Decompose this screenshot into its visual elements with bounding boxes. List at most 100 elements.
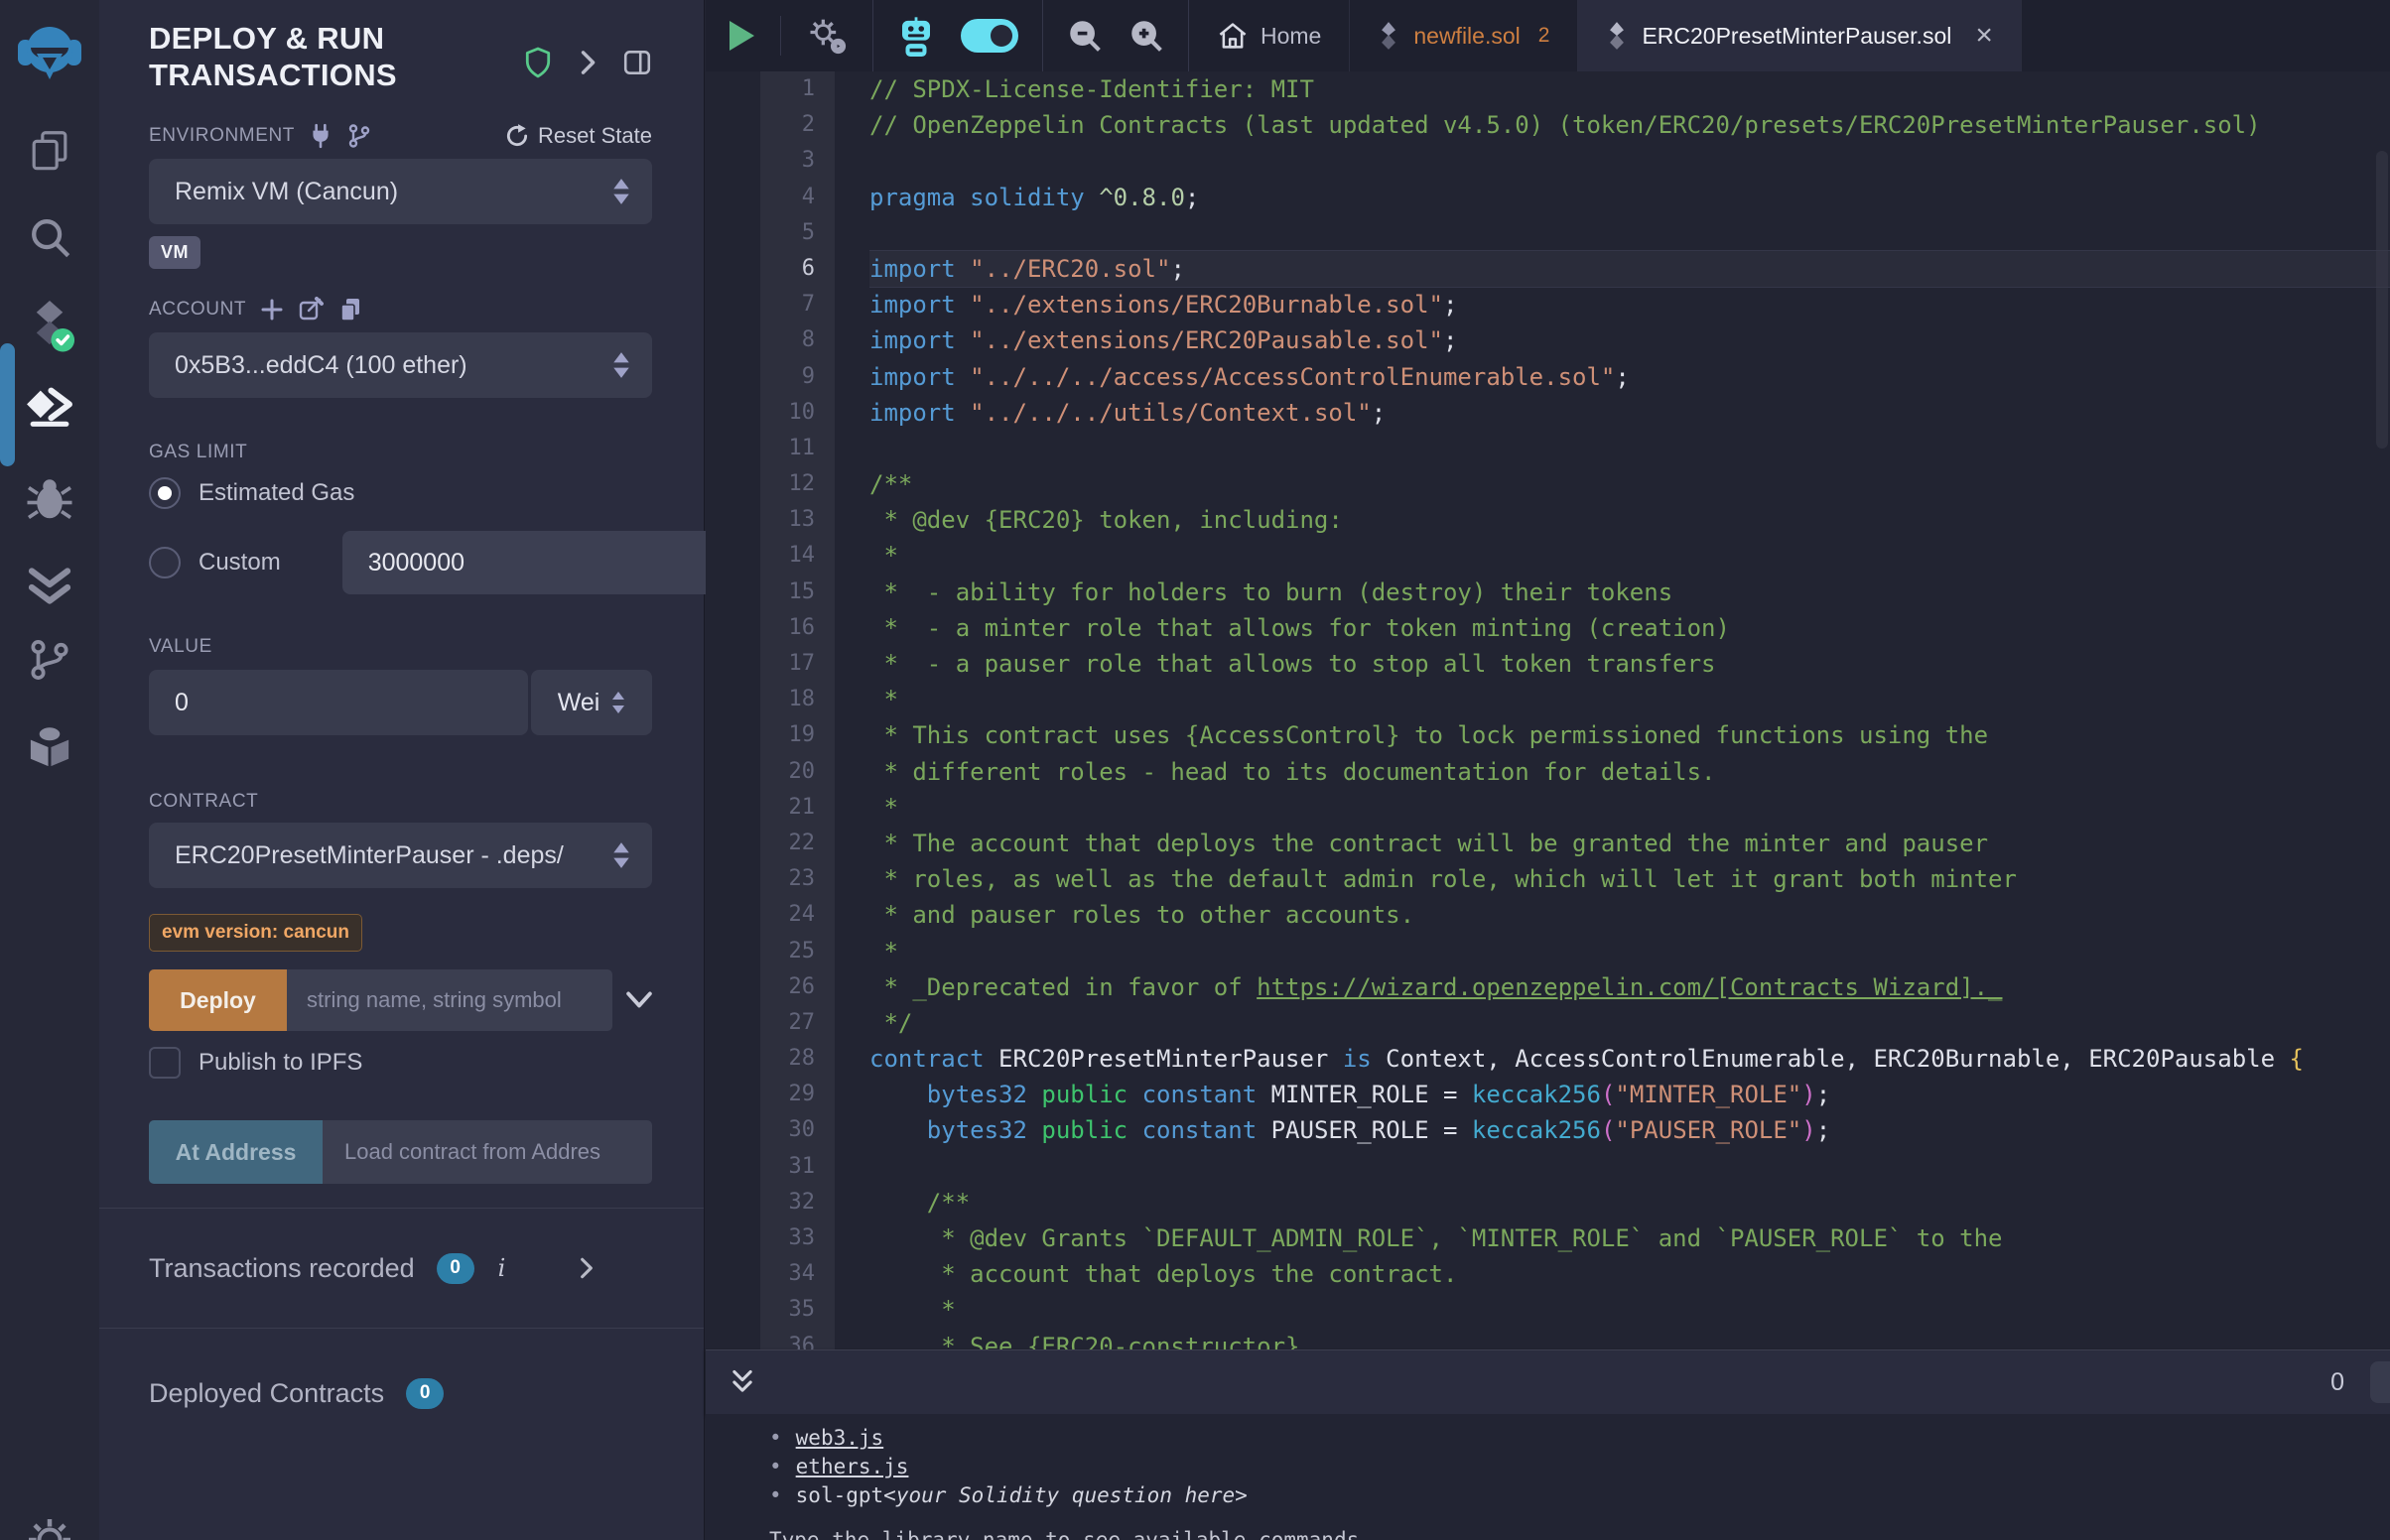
code-text[interactable]: * [869,934,2390,969]
info-icon[interactable]: i [498,1254,506,1282]
code-text[interactable]: // OpenZeppelin Contracts (last updated … [869,107,2390,143]
tab-newfile[interactable]: newfile.sol 2 [1350,0,1578,71]
line-number[interactable]: 32 [706,1185,815,1220]
tab-home[interactable]: Home [1189,0,1350,71]
line-number[interactable]: 31 [706,1149,815,1185]
code-line[interactable]: 33 * @dev Grants `DEFAULT_ADMIN_ROLE`, `… [706,1220,2390,1256]
code-editor[interactable]: 1// SPDX-License-Identifier: MIT2 // Open… [706,71,2390,1349]
code-text[interactable]: * account that deploys the contract. [869,1256,2390,1292]
zoom-in-icon[interactable] [1129,18,1164,54]
value-input[interactable] [149,670,528,735]
code-line[interactable]: 34 * account that deploys the contract. [706,1256,2390,1292]
code-text[interactable] [869,215,2390,251]
ethers-link[interactable]: ethers.js [796,1453,909,1481]
plugin-manager-icon[interactable] [0,722,99,772]
code-line[interactable]: 3 [706,143,2390,179]
code-line[interactable]: 16 * - a minter role that allows for tok… [706,610,2390,646]
code-text[interactable]: * different roles - head to its document… [869,754,2390,790]
expand-constructor-icon[interactable] [626,991,652,1009]
line-number[interactable]: 4 [706,180,815,215]
code-text[interactable]: * [869,538,2390,574]
at-address-input[interactable] [323,1120,652,1184]
code-line[interactable]: 18 * [706,682,2390,717]
publish-ipfs-checkbox[interactable] [149,1047,181,1079]
shield-icon[interactable] [523,46,553,79]
code-line[interactable]: 14 * [706,538,2390,574]
run-script-icon[interactable] [730,21,754,51]
line-number[interactable]: 18 [706,682,815,717]
remix-ai-icon[interactable] [897,15,935,57]
code-text[interactable]: contract ERC20PresetMinterPauser is Cont… [869,1041,2390,1077]
code-line[interactable]: 19 * This contract uses {AccessControl} … [706,717,2390,753]
editor-scrollbar[interactable] [2376,151,2388,449]
code-text[interactable]: * - a pauser role that allows to stop al… [869,646,2390,682]
code-text[interactable]: * [869,790,2390,826]
script-config-icon[interactable] [807,16,849,56]
line-number[interactable]: 28 [706,1041,815,1077]
code-line[interactable]: 31 [706,1149,2390,1185]
line-number[interactable]: 22 [706,826,815,861]
code-text[interactable]: import "../../../utils/Context.sol"; [869,395,2390,431]
code-text[interactable]: /** [869,1185,2390,1220]
code-text[interactable]: import "../extensions/ERC20Burnable.sol"… [869,287,2390,322]
code-line[interactable]: 36 * See {ERC20-constructor}. [706,1329,2390,1349]
code-line[interactable]: 25 * [706,934,2390,969]
code-text[interactable]: * This contract uses {AccessControl} to … [869,717,2390,753]
constructor-args-input[interactable] [287,969,612,1031]
code-line[interactable]: 29 bytes32 public constant MINTER_ROLE =… [706,1077,2390,1112]
line-number[interactable]: 16 [706,610,815,646]
code-text[interactable] [869,1149,2390,1185]
code-text[interactable]: pragma solidity ^0.8.0; [869,180,2390,215]
line-number[interactable]: 35 [706,1292,815,1328]
code-line[interactable]: 17 * - a pauser role that allows to stop… [706,646,2390,682]
line-number[interactable]: 36 [706,1329,815,1349]
code-line[interactable]: 15 * - ability for holders to burn (dest… [706,575,2390,610]
code-text[interactable]: * @dev {ERC20} token, including: [869,502,2390,538]
debugger-icon[interactable] [0,474,99,522]
terminal-output[interactable]: • web3.js • ethers.js • sol-gpt <your So… [706,1414,2390,1540]
code-text[interactable]: * - ability for holders to burn (destroy… [869,575,2390,610]
code-text[interactable]: import "../../../access/AccessControlEnu… [869,359,2390,395]
custom-gas-input[interactable] [342,531,714,594]
code-line[interactable]: 1// SPDX-License-Identifier: MIT [706,71,2390,107]
expand-transactions-icon[interactable] [579,1256,595,1280]
code-text[interactable]: /** [869,466,2390,502]
tab-erc20-preset[interactable]: ERC20PresetMinterPauser.sol × [1578,0,2021,71]
terminal-header[interactable]: 0 [706,1349,2390,1414]
unit-testing-icon[interactable] [0,561,99,608]
code-line[interactable]: 9 import "../../../access/AccessControlEn… [706,359,2390,395]
custom-gas-radio[interactable] [149,547,181,578]
file-explorer-icon[interactable] [0,127,99,173]
sign-message-icon[interactable] [298,297,324,322]
search-icon[interactable] [0,214,99,260]
plug-icon[interactable] [309,123,332,149]
code-line[interactable]: 10import "../../../utils/Context.sol"; [706,395,2390,431]
code-line[interactable]: 13 * @dev {ERC20} token, including: [706,502,2390,538]
line-number[interactable]: 12 [706,466,815,502]
code-text[interactable]: * [869,1292,2390,1328]
ai-copilot-toggle[interactable] [961,19,1018,53]
code-line[interactable]: 24 * and pauser roles to other accounts. [706,897,2390,933]
value-unit-select[interactable]: Wei [531,670,652,735]
estimated-gas-radio[interactable] [149,477,181,509]
code-line[interactable]: 21 * [706,790,2390,826]
add-account-icon[interactable] [260,298,284,321]
code-text[interactable]: * - a minter role that allows for token … [869,610,2390,646]
line-number[interactable]: 11 [706,431,815,466]
git-icon[interactable] [0,637,99,683]
at-address-button[interactable]: At Address [149,1120,323,1184]
close-tab-icon[interactable]: × [1975,21,1993,51]
line-number[interactable]: 2 [706,107,815,143]
expand-panel-icon[interactable] [579,49,597,76]
line-number[interactable]: 1 [706,71,815,107]
reset-state-button[interactable]: Reset State [504,123,652,149]
line-number[interactable]: 9 [706,359,815,395]
code-line[interactable]: 2 // OpenZeppelin Contracts (last updated… [706,107,2390,143]
environment-select[interactable]: Remix VM (Cancun) [149,159,652,224]
line-number[interactable]: 14 [706,538,815,574]
line-number[interactable]: 27 [706,1005,815,1041]
line-number[interactable]: 30 [706,1112,815,1148]
code-line[interactable]: 23 * roles, as well as the default admin… [706,861,2390,897]
code-text[interactable] [869,431,2390,466]
code-line[interactable]: 22 * The account that deploys the contra… [706,826,2390,861]
